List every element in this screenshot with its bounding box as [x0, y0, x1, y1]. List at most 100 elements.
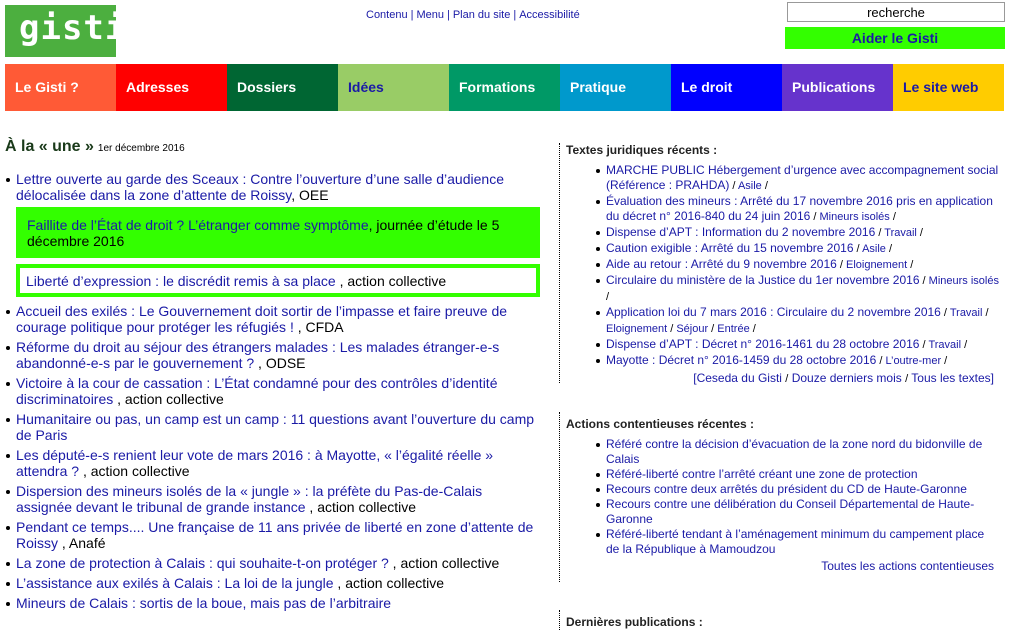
- separator: /: [749, 323, 756, 335]
- news-item: Dispersion des mineurs isolés de la « ju…: [5, 483, 540, 515]
- une-date: 1er décembre 2016: [97, 143, 185, 154]
- texte-tag[interactable]: Travail: [884, 227, 917, 239]
- texte-tag[interactable]: Travail: [928, 339, 961, 351]
- news-item: La zone de protection à Calais : qui sou…: [5, 555, 540, 571]
- actions-more: Toutes les actions contentieuses: [566, 559, 999, 573]
- news-item: Faillite de l’État de droit ? L’étranger…: [16, 207, 540, 258]
- news-item: Liberté d’expression : le discrédit remi…: [16, 264, 540, 297]
- separator: /: [836, 259, 846, 271]
- aider-le-gisti-button[interactable]: Aider le Gisti: [785, 27, 1005, 49]
- news-item: Lettre ouverte au garde des Sceaux : Con…: [5, 171, 540, 203]
- link-douze-derniers-mois[interactable]: Douze derniers mois: [792, 371, 902, 385]
- action-item: Recours contre deux arrêtés du président…: [596, 482, 999, 497]
- texte-item: Mayotte : Décret n° 2016-1459 du 28 octo…: [596, 353, 999, 369]
- separator: /: [853, 243, 863, 255]
- news-source: , Anafé: [58, 535, 106, 551]
- nav-item-0[interactable]: Le Gisti ?: [5, 64, 116, 111]
- nav-item-5[interactable]: Pratique: [560, 64, 671, 111]
- texte-link[interactable]: Application loi du 7 mars 2016 : Circula…: [606, 305, 941, 319]
- texte-item: MARCHE PUBLIC Hébergement d’urgence avec…: [596, 163, 999, 194]
- separator: /: [606, 291, 610, 303]
- action-link[interactable]: Référé-liberté tendant à l’aménagement m…: [606, 527, 984, 556]
- texte-item: Dispense d’APT : Décret n° 2016-1461 du …: [596, 337, 999, 353]
- texte-link[interactable]: MARCHE PUBLIC Hébergement d’urgence avec…: [606, 163, 998, 192]
- news-link[interactable]: Faillite de l’État de droit ? L’étranger…: [27, 217, 369, 233]
- texte-link[interactable]: Dispense d’APT : Décret n° 2016-1461 du …: [606, 337, 919, 351]
- news-link[interactable]: Liberté d’expression : le discrédit remi…: [26, 273, 336, 289]
- action-link[interactable]: Recours contre deux arrêtés du président…: [606, 482, 967, 496]
- action-link[interactable]: Recours contre une délibération du Conse…: [606, 497, 974, 526]
- news-link[interactable]: Mineurs de Calais : sortis de la boue, m…: [16, 595, 391, 611]
- texte-tag[interactable]: L’outre-mer: [885, 355, 941, 367]
- texte-item: Aide au retour : Arrêté du 9 novembre 20…: [596, 257, 999, 273]
- texte-link[interactable]: Caution exigible : Arrêté du 15 novembre…: [606, 241, 854, 255]
- texte-link[interactable]: Évaluation des mineurs : Arrêté du 17 no…: [606, 194, 993, 223]
- news-link[interactable]: Lettre ouverte au garde des Sceaux : Con…: [16, 171, 504, 203]
- news-source: , OEE: [291, 187, 329, 203]
- nav-item-1[interactable]: Adresses: [116, 64, 227, 111]
- link-tous-les-textes[interactable]: Tous les textes]: [911, 371, 994, 385]
- action-item: Recours contre une délibération du Conse…: [596, 497, 999, 527]
- separator: /: [761, 180, 768, 192]
- news-item: Les député-e-s renient leur vote de mars…: [5, 447, 540, 479]
- separator: /: [919, 275, 929, 287]
- une-heading: À la « une » 1er décembre 2016: [5, 138, 185, 156]
- texte-link[interactable]: Dispense d’APT : Information du 2 novemb…: [606, 225, 875, 239]
- separator: /: [885, 243, 893, 255]
- publications-box: Dernières publications :: [559, 610, 999, 630]
- news-link[interactable]: Humanitaire ou pas, un camp est un camp …: [16, 411, 534, 443]
- link-accessibilite[interactable]: Accessibilité: [519, 9, 580, 21]
- top-links: Contenu | Menu | Plan du site | Accessibilité: [366, 9, 580, 21]
- news-link[interactable]: Victoire à la cour de cassation : L’État…: [16, 375, 497, 407]
- texte-tag[interactable]: Entrée: [717, 323, 749, 335]
- news-item: Victoire à la cour de cassation : L’État…: [5, 375, 540, 407]
- news-link[interactable]: L’assistance aux exilés à Calais : La lo…: [16, 575, 334, 591]
- news-link[interactable]: Accueil des exilés : Le Gouvernement doi…: [16, 303, 507, 335]
- news-source: , action collective: [333, 575, 445, 591]
- link-ceseda[interactable]: [Ceseda du Gisti: [693, 371, 782, 385]
- action-item: Référé-liberté contre l’arrêté créant un…: [596, 467, 999, 482]
- publications-title: Dernières publications :: [566, 615, 703, 629]
- texte-tag[interactable]: Mineurs isolés: [819, 211, 889, 223]
- link-plan-du-site[interactable]: Plan du site: [453, 9, 510, 21]
- news-source: , CFDA: [293, 319, 344, 335]
- texte-link[interactable]: Mayotte : Décret n° 2016-1459 du 28 octo…: [606, 353, 876, 367]
- link-contenu[interactable]: Contenu: [366, 9, 408, 21]
- separator: /: [961, 339, 968, 351]
- news-item: Humanitaire ou pas, un camp est un camp …: [5, 411, 540, 443]
- search-input[interactable]: [787, 2, 1005, 22]
- texte-tag[interactable]: Travail: [950, 307, 983, 319]
- action-item: Référé contre la décision d’évacuation d…: [596, 437, 999, 467]
- texte-tag[interactable]: Asile: [862, 243, 886, 255]
- news-source: , action collective: [113, 391, 224, 407]
- nav-item-3[interactable]: Idées: [338, 64, 449, 111]
- link-menu[interactable]: Menu: [416, 9, 444, 21]
- texte-tag[interactable]: Eloignement: [606, 323, 667, 335]
- nav-item-7[interactable]: Publications: [782, 64, 893, 111]
- main-nav: Le Gisti ? Adresses Dossiers Idées Formation…: [5, 64, 1004, 111]
- gisti-logo[interactable]: gisti,: [5, 5, 147, 57]
- texte-item: Circulaire du ministère de la Justice du…: [596, 273, 999, 305]
- texte-link[interactable]: Aide au retour : Arrêté du 9 novembre 20…: [606, 257, 837, 271]
- nav-item-6[interactable]: Le droit: [671, 64, 782, 111]
- separator: /: [982, 307, 989, 319]
- separator: /: [729, 180, 738, 192]
- texte-link[interactable]: Circulaire du ministère de la Justice du…: [606, 273, 920, 287]
- action-link[interactable]: Référé-liberté contre l’arrêté créant un…: [606, 467, 918, 481]
- texte-item: Dispense d’APT : Information du 2 novemb…: [596, 225, 999, 241]
- nav-item-8[interactable]: Le site web: [893, 64, 1004, 111]
- textes-juridiques-box: Textes juridiques récents : MARCHE PUBLI…: [559, 143, 999, 385]
- nav-item-2[interactable]: Dossiers: [227, 64, 338, 111]
- actions-list: Référé contre la décision d’évacuation d…: [566, 437, 999, 557]
- texte-tag[interactable]: Mineurs isolés: [929, 275, 999, 287]
- news-item: Mineurs de Calais : sortis de la boue, m…: [5, 595, 540, 611]
- texte-tag[interactable]: Séjour: [676, 323, 708, 335]
- link-toutes-les-actions[interactable]: Toutes les actions contentieuses: [821, 559, 994, 573]
- news-link[interactable]: La zone de protection à Calais : qui sou…: [16, 555, 389, 571]
- separator: /: [667, 323, 677, 335]
- action-link[interactable]: Référé contre la décision d’évacuation d…: [606, 437, 982, 466]
- nav-item-4[interactable]: Formations: [449, 64, 560, 111]
- texte-tag[interactable]: Eloignement: [846, 259, 907, 271]
- texte-tag[interactable]: Asile: [738, 180, 762, 192]
- news-item: L’assistance aux exilés à Calais : La lo…: [5, 575, 540, 591]
